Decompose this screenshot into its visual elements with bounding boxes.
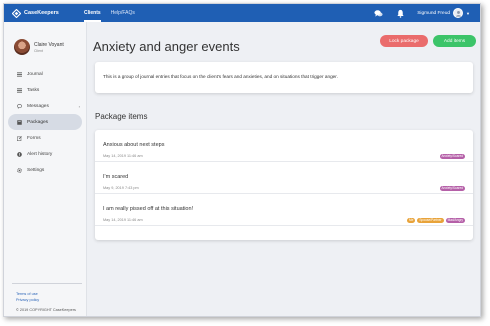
item-date: May 14, 2019 11:46 am <box>103 218 143 222</box>
client-name: Claire Voyant <box>34 41 64 48</box>
list-item[interactable]: I'm scared May 9, 2019 7:43 pm Anxiety/S… <box>95 162 473 194</box>
divider <box>95 225 473 226</box>
list-item[interactable]: I am really pissed off at this situation… <box>95 194 473 226</box>
item-title[interactable]: I'm scared <box>103 174 128 180</box>
list-icon <box>16 87 22 93</box>
package-icon <box>16 119 22 125</box>
sidebar-item-label: Tasks <box>27 87 40 93</box>
item-tags: Me Spouse/Partner Mad/Angry <box>405 218 465 223</box>
sidebar-item-alert-history[interactable]: Alert history <box>4 146 86 162</box>
sidebar-item-label: Settings <box>27 167 45 173</box>
list-icon <box>16 71 22 77</box>
sidebar-item-label: Packages <box>27 119 49 125</box>
user-name[interactable]: Sigmund Freud <box>417 11 450 16</box>
nav-clients[interactable]: Clients <box>84 4 101 22</box>
top-bar: CaseKeepers Clients Help/FAQs Sigmund Fr… <box>4 4 480 22</box>
client-header: Claire Voyant Client <box>4 22 86 61</box>
page-title: Anxiety and anger events <box>93 39 240 54</box>
app-logo[interactable]: CaseKeepers <box>12 8 74 18</box>
section-title: Package items <box>95 112 148 121</box>
tag-badge[interactable]: Me <box>406 218 416 223</box>
client-avatar <box>14 39 30 55</box>
chevron-right-icon: › <box>78 103 80 109</box>
add-items-button[interactable]: Add items <box>433 35 476 47</box>
sidebar-item-messages[interactable]: Messages › <box>4 98 86 114</box>
diamond-logo-icon <box>12 8 21 18</box>
tag-badge[interactable]: Anxiety/Scared <box>439 154 465 159</box>
item-title[interactable]: I am really pissed off at this situation… <box>103 206 193 212</box>
copyright-text: © 2019 COPYRIGHT CaseKeepers <box>16 308 76 312</box>
privacy-link[interactable]: Privacy policy <box>16 298 76 302</box>
list-item[interactable]: Anxious about next steps May 14, 2019 11… <box>95 130 473 162</box>
sidebar-item-label: Forms <box>27 135 41 141</box>
sidebar-item-label: Journal <box>27 71 43 77</box>
gear-icon <box>16 167 22 173</box>
sidebar-item-tasks[interactable]: Tasks <box>4 82 86 98</box>
lock-package-button[interactable]: Lock package <box>380 35 428 47</box>
app-name: CaseKeepers <box>24 10 59 16</box>
item-title[interactable]: Anxious about next steps <box>103 142 164 148</box>
sidebar-menu: Journal Tasks Messages › Packages Forms <box>4 66 86 178</box>
sidebar-item-forms[interactable]: Forms <box>4 130 86 146</box>
item-tags: Anxiety/Scared <box>438 154 465 159</box>
tag-badge[interactable]: Anxiety/Scared <box>439 186 465 191</box>
alert-icon <box>16 151 22 157</box>
user-icon[interactable] <box>453 8 464 18</box>
sidebar-footer: Terms of use Privacy policy © 2019 COPYR… <box>16 292 76 312</box>
main-content: Anxiety and anger events Lock package Ad… <box>90 22 480 316</box>
item-date: May 14, 2019 11:46 am <box>103 154 143 158</box>
tag-badge[interactable]: Mad/Angry <box>445 218 465 223</box>
chat-bubbles-icon[interactable] <box>373 8 383 18</box>
sidebar-item-journal[interactable]: Journal <box>4 66 86 82</box>
terms-link[interactable]: Terms of use <box>16 292 76 296</box>
client-role: Client <box>34 48 43 53</box>
item-date: May 9, 2019 7:43 pm <box>103 186 139 190</box>
chevron-down-icon[interactable]: ▼ <box>466 11 470 16</box>
edit-icon <box>16 135 22 141</box>
sidebar: Claire Voyant Client Journal Tasks Messa… <box>4 22 87 316</box>
sidebar-item-packages[interactable]: Packages <box>8 114 82 130</box>
nav-help-faqs[interactable]: Help/FAQs <box>111 4 135 22</box>
app-window: CaseKeepers Clients Help/FAQs Sigmund Fr… <box>3 3 481 317</box>
sidebar-item-label: Alert history <box>27 151 53 157</box>
tag-badge[interactable]: Spouse/Partner <box>417 218 444 223</box>
package-items-list: Anxious about next steps May 14, 2019 11… <box>95 130 473 240</box>
bell-icon[interactable] <box>395 8 405 18</box>
top-right-controls: Sigmund Freud ▼ <box>373 4 470 22</box>
sidebar-divider <box>12 283 82 284</box>
sidebar-item-settings[interactable]: Settings <box>4 162 86 178</box>
chat-icon <box>16 103 22 109</box>
item-tags: Anxiety/Scared <box>438 186 465 191</box>
sidebar-item-label: Messages <box>27 103 49 109</box>
package-description: This is a group of journal entries that … <box>95 62 473 93</box>
